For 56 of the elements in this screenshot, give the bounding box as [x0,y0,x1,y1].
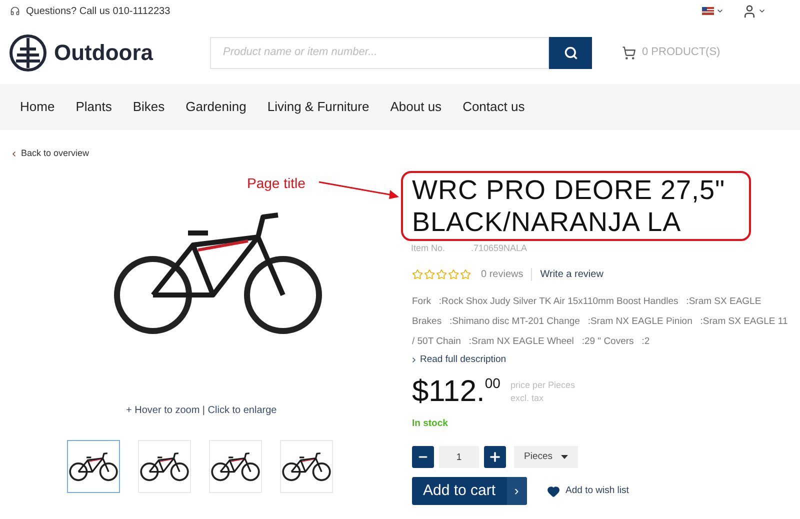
price: $112.$^{00}$ [412,374,500,409]
contact-text: Questions? Call us 010-1112233 [26,4,170,18]
stock-status: In stock [411,416,449,431]
nav-link[interactable]: Plants [76,97,112,117]
add-to-cart-button[interactable]: Add to cart › [412,477,527,505]
thumbnail[interactable] [67,440,120,492]
bicycle-drawing [68,450,119,482]
review-count: 0 reviews [481,268,524,282]
bicycle-drawing [281,450,332,482]
item-number-label: Item No. [411,242,446,255]
nav-link[interactable]: Gardening [186,97,246,117]
caret-icon [716,7,724,15]
nav-link[interactable]: About us [390,97,442,117]
decrease-button[interactable] [412,446,434,468]
star-icon [460,268,471,280]
caret-icon [560,455,568,459]
nav-link[interactable]: Bikes [132,97,165,117]
wishlist-link[interactable]: Add to wish list [546,484,629,498]
item-number: .710659NALA [471,242,528,255]
search-icon [564,46,578,60]
search-field[interactable]: Product name or item number... [210,36,549,68]
star-icon [436,268,447,280]
nav-link[interactable]: Home [20,97,55,117]
price-unit: price per Pieces [510,378,575,392]
star-icon [412,268,423,280]
write-review-link[interactable]: Write a review [540,266,604,282]
tax-note: excl. tax [510,392,544,405]
nav-link[interactable]: Contact us [462,97,525,117]
bicycle-drawing [210,450,261,482]
chevron-right-icon [410,356,418,364]
headset-icon [10,6,20,16]
star-icon [448,268,459,280]
account-menu[interactable] [742,4,766,18]
zoom-hint: + Hover to zoom | Click to enlarge [125,404,278,418]
brand-logo: Outdoora [54,39,153,67]
bicycle-drawing [139,450,190,482]
increase-button[interactable] [484,446,506,468]
cart-icon [622,46,636,60]
star-icon [424,268,435,280]
product-title: WRC PRO DEORE 27,5" BLACK/NARANJA LA [412,174,726,238]
quantity-field[interactable]: 1 [439,446,479,468]
language-selector[interactable] [702,7,724,15]
annotation-label: Page title [247,174,306,193]
read-description-link[interactable]: Read full description [401,352,506,367]
search-button[interactable] [549,36,592,68]
unit-dropdown[interactable]: Pieces [514,446,578,468]
flag-icon [702,7,714,15]
nav-link[interactable]: Living & Furniture [267,97,370,117]
product-description: Fork :Rock Shox Judy Silver TK Air 15x110mm Boost Handles :Sram SX EAGLE Brakes :Shimano disc MT-201 Change :Sram NX EAGLE Pinion :Sram SX EAGLE 11 / 50T Chain :Sram NX EAGLE Wheel :29 " Covers :2 [411,294,789,348]
back-link[interactable]: Back to overview [10,147,90,160]
chevron-left-icon [10,150,18,158]
caret-icon [758,7,766,15]
tree-logo-icon [9,34,47,72]
plus-icon [488,450,502,464]
heart-icon [546,484,560,498]
user-icon [742,4,757,18]
